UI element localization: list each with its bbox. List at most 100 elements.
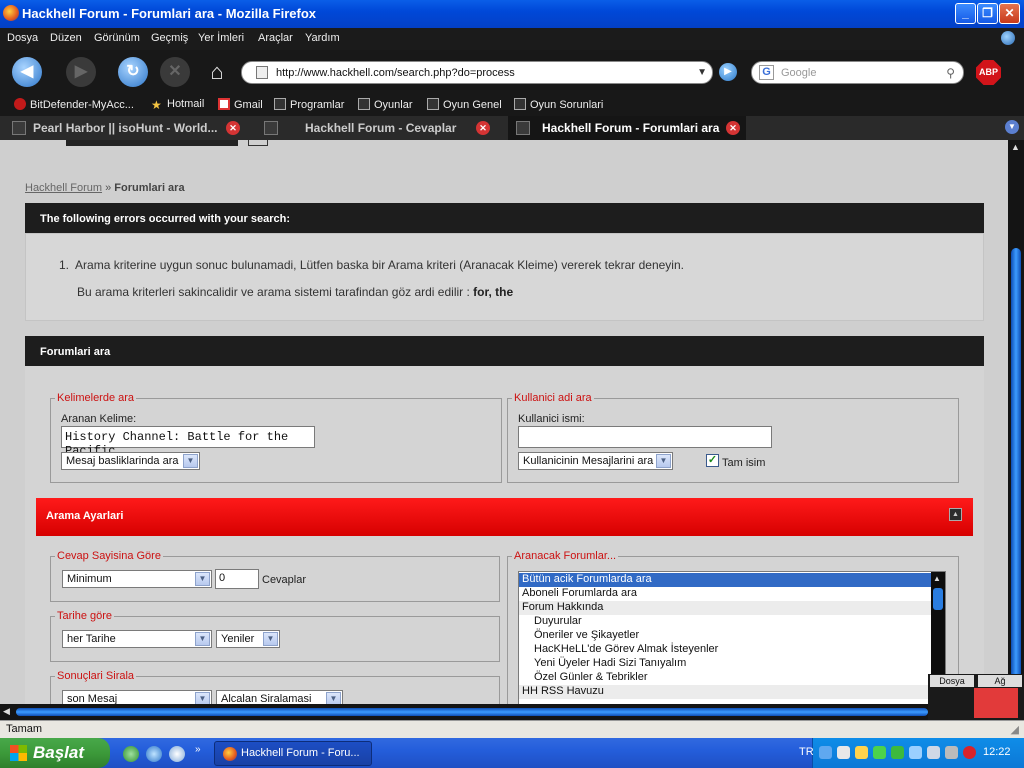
scroll-up-icon[interactable]: ▲ — [1011, 142, 1020, 152]
error-item: 1. Arama kriterine uygun sonuc bulunamad… — [59, 258, 684, 272]
breadcrumb-home-link[interactable]: Hackhell Forum — [25, 182, 102, 194]
tray-app-icon[interactable] — [855, 746, 868, 759]
menu-view[interactable]: Görünüm — [94, 32, 140, 44]
exact-name-checkbox[interactable]: ✓ — [706, 454, 719, 467]
forum-option[interactable]: HacKHeLL'de Görev Almak İsteyenler — [519, 643, 931, 657]
forum-option[interactable]: Duyurular — [519, 615, 931, 629]
forward-icon[interactable]: ▶ — [66, 57, 96, 87]
adblock-icon[interactable]: ABP — [976, 60, 1001, 85]
scrollbar-thumb[interactable] — [933, 588, 943, 610]
replies-mode-select[interactable]: Minimum ▼ — [62, 570, 212, 588]
forum-option[interactable]: HH RSS Havuzu — [519, 685, 931, 699]
sort-order-select[interactable]: Alcalan Siralamasi ▼ — [216, 690, 343, 704]
error-text: Arama kriterine uygun sonuc bulunamadi, … — [75, 258, 684, 272]
chevron-down-icon[interactable]: ▼ — [195, 632, 210, 646]
menu-file[interactable]: Dosya — [7, 32, 38, 44]
search-icon[interactable]: ⚲ — [946, 66, 955, 80]
forum-option[interactable]: Bütün acik Forumlarda ara — [519, 573, 931, 587]
bookmark-item[interactable]: Oyun Sorunlari — [514, 98, 603, 111]
messenger-icon[interactable] — [123, 746, 139, 762]
menu-bookmarks[interactable]: Yer İmleri — [198, 32, 244, 44]
menu-tools[interactable]: Araçlar — [258, 32, 293, 44]
menu-history[interactable]: Geçmiş — [151, 32, 188, 44]
tab-forumlari-ara[interactable]: Hackhell Forum - Forumlari ara ✕ — [508, 116, 746, 140]
language-indicator[interactable]: TR — [799, 746, 814, 758]
tray-app-icon[interactable] — [891, 746, 904, 759]
chevron-down-icon[interactable]: ▼ — [656, 454, 671, 468]
resize-grip-icon[interactable]: ◢ — [1011, 723, 1019, 736]
tray-app-icon[interactable] — [837, 746, 850, 759]
stop-icon[interactable]: ✕ — [160, 57, 190, 87]
sort-by-select[interactable]: son Mesaj ▼ — [62, 690, 212, 704]
chevron-down-icon[interactable]: ▼ — [183, 454, 198, 468]
chevron-down-icon[interactable]: ▼ — [195, 692, 210, 704]
forum-option[interactable]: Özel Günler & Tebrikler — [519, 671, 931, 685]
header-search-button[interactable] — [248, 140, 268, 146]
header-search-field[interactable] — [66, 140, 238, 146]
address-bar[interactable]: http://www.hackhell.com/search.php?do=pr… — [241, 61, 713, 84]
menu-help[interactable]: Yardım — [305, 32, 340, 44]
forum-option[interactable]: Aboneli Forumlarda ara — [519, 587, 931, 601]
clock: 12:22 — [983, 746, 1011, 758]
username-input[interactable] — [518, 426, 772, 448]
replies-count-input[interactable]: 0 — [215, 569, 259, 589]
keywords-input[interactable]: History Channel: Battle for the Pacific — [61, 426, 315, 458]
search-settings-header: Arama Ayarlari ▲ — [36, 498, 973, 536]
search-bar[interactable]: G Google ⚲ — [751, 61, 964, 84]
volume-icon[interactable] — [927, 746, 940, 759]
close-button[interactable]: ✕ — [999, 3, 1020, 24]
quick-launch-expand-icon[interactable]: » — [195, 744, 201, 755]
reload-icon[interactable]: ↻ — [118, 57, 148, 87]
date-select[interactable]: her Tarihe ▼ — [62, 630, 212, 648]
chevron-down-icon[interactable]: ▼ — [697, 67, 707, 78]
scroll-left-icon[interactable]: ◀ — [3, 706, 10, 717]
taskbar-firefox-window[interactable]: Hackhell Forum - Foru... — [214, 741, 372, 766]
back-icon[interactable]: ◀ — [12, 57, 42, 87]
scrollbar-thumb[interactable] — [16, 708, 928, 716]
bookmark-item[interactable]: BitDefender-MyAcc... — [14, 98, 134, 111]
wireless-icon[interactable] — [909, 746, 922, 759]
chevron-down-icon[interactable]: ▼ — [263, 632, 278, 646]
forum-option[interactable]: Forum Hakkında — [519, 601, 931, 615]
forum-listbox[interactable]: Bütün acik Forumlarda ara Aboneli Foruml… — [518, 571, 946, 704]
user-scope-select[interactable]: Kullanicinin Mesajlarini ara ▼ — [518, 452, 673, 470]
bitdefender-icon[interactable] — [963, 746, 976, 759]
bookmark-item[interactable]: Gmail — [218, 98, 263, 111]
network-activity-icon[interactable] — [873, 746, 886, 759]
google-icon[interactable]: G — [759, 65, 774, 80]
page-horizontal-scrollbar[interactable]: ◀ ▶ — [0, 704, 1024, 720]
close-tab-icon[interactable]: ✕ — [726, 121, 740, 135]
tray-app-icon[interactable] — [945, 746, 958, 759]
close-tab-icon[interactable]: ✕ — [476, 121, 490, 135]
bookmark-item[interactable]: Programlar — [274, 98, 344, 111]
scroll-up-icon[interactable]: ▲ — [933, 574, 941, 583]
menu-edit[interactable]: Düzen — [50, 32, 82, 44]
star-icon: ★ — [151, 98, 162, 112]
bookmark-item[interactable]: Oyun Genel — [427, 98, 502, 111]
page-vertical-scrollbar[interactable]: ▲ ▼ — [1008, 140, 1024, 704]
forum-option[interactable]: Yeni Üyeler Hadi Sizi Tanıyalım — [519, 657, 931, 671]
forum-option[interactable]: Öneriler ve Şikayetler — [519, 629, 931, 643]
chevron-down-icon[interactable]: ▼ — [326, 692, 341, 704]
keywords-scope-select[interactable]: Mesaj basliklarinda ara ▼ — [61, 452, 200, 470]
tab-pearl-harbor[interactable]: Pearl Harbor || isoHunt - World... ✕ — [4, 116, 244, 140]
media-icon[interactable] — [169, 746, 185, 762]
bookmark-item[interactable]: ★ Hotmail — [151, 98, 204, 111]
scrollbar-thumb[interactable] — [1011, 248, 1021, 688]
minimize-button[interactable]: _ — [955, 3, 976, 24]
home-icon[interactable]: ⌂ — [202, 57, 232, 87]
bookmark-item[interactable]: Oyunlar — [358, 98, 413, 111]
chevron-down-icon[interactable]: ▼ — [195, 572, 210, 586]
tab-list-icon[interactable]: ▼ — [1005, 120, 1019, 134]
close-tab-icon[interactable]: ✕ — [226, 121, 240, 135]
sort-order-value: Alcalan Siralamasi — [221, 693, 312, 704]
maximize-button[interactable]: ❐ — [977, 3, 998, 24]
collapse-icon[interactable]: ▲ — [949, 508, 962, 521]
start-button[interactable]: Başlat — [0, 738, 110, 768]
tab-cevaplar[interactable]: Hackhell Forum - Cevaplar ✕ — [254, 116, 498, 140]
internet-explorer-icon[interactable] — [146, 746, 162, 762]
go-icon[interactable]: ▶ — [719, 63, 737, 81]
bookmark-label: Hotmail — [167, 98, 205, 110]
tray-expand-icon[interactable] — [819, 746, 832, 759]
date-direction-select[interactable]: Yeniler ▼ — [216, 630, 280, 648]
